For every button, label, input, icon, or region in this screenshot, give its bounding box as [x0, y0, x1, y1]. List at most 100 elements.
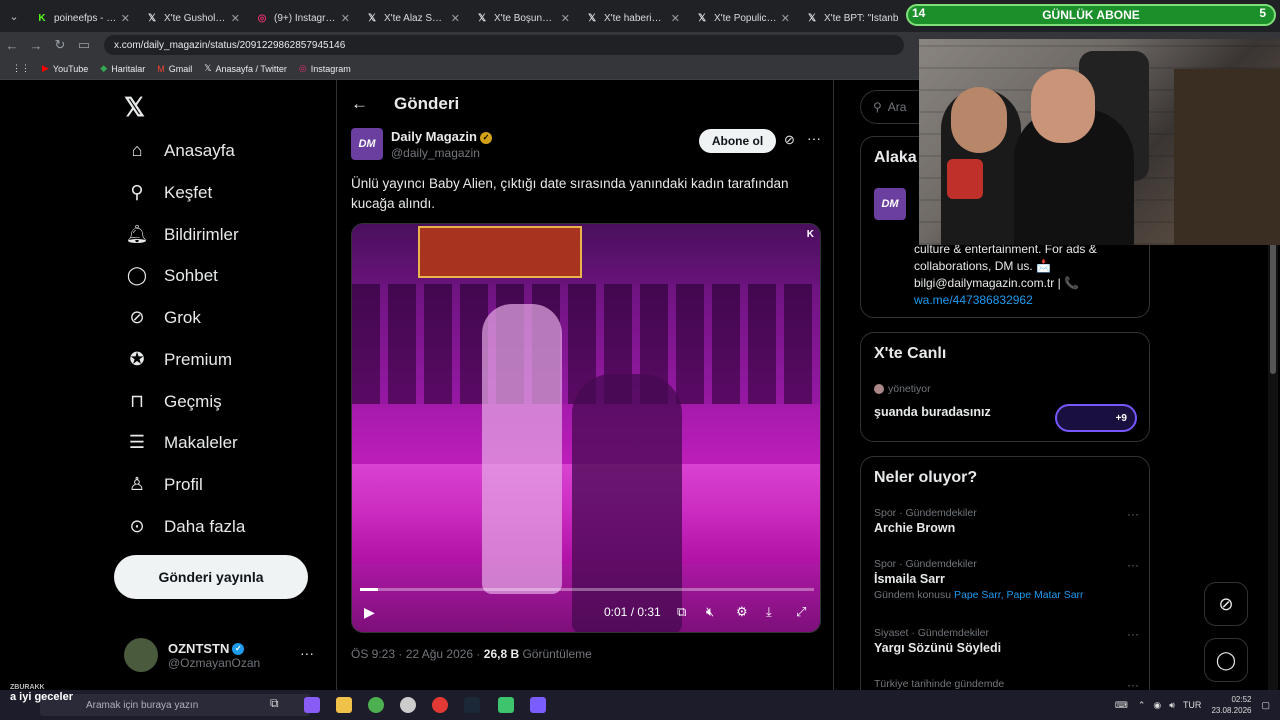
- grok-fab-icon[interactable]: ⊘: [1204, 582, 1248, 626]
- x-icon: 𝕏: [587, 12, 597, 24]
- bookmark-twitter[interactable]: 𝕏 Anasayfa / Twitter: [204, 63, 287, 74]
- captions-icon[interactable]: ⧉: [677, 604, 686, 620]
- video-frame-person: [572, 374, 682, 632]
- app-icon[interactable]: [400, 697, 416, 713]
- close-icon[interactable]: ✕: [451, 12, 460, 25]
- tab-search-icon[interactable]: ⌄: [0, 0, 28, 32]
- nav-item-chat[interactable]: ◯ Sohbet: [124, 265, 218, 286]
- reload-icon[interactable]: ↻: [48, 37, 72, 53]
- browser-tab[interactable]: 𝕏X'te Boşuna Tıkla✕: [468, 5, 578, 31]
- gmail-icon: M: [157, 63, 165, 74]
- close-icon[interactable]: ✕: [231, 12, 240, 25]
- author-handle[interactable]: @daily_magazin: [391, 146, 480, 160]
- nav-item-profile[interactable]: ♙ Profil: [124, 474, 203, 495]
- grok-icon[interactable]: ⊘: [784, 132, 795, 148]
- account-switcher[interactable]: OZNTSTN ✓ @OzmayanOzan ···: [124, 635, 324, 675]
- author-avatar[interactable]: DM: [351, 128, 383, 160]
- messages-fab-icon[interactable]: ◯: [1204, 638, 1248, 682]
- nav-item-articles[interactable]: ☰ Makaleler: [124, 432, 238, 453]
- task-view-icon[interactable]: ⧉: [270, 696, 286, 712]
- browser-tab[interactable]: 𝕏X'te Alaz Sümer✕: [358, 5, 468, 31]
- x-icon: 𝕏: [147, 12, 157, 24]
- trend-item[interactable]: Spor · Gündemdekiler Archie Brown ···: [874, 507, 1139, 535]
- nav-item-more[interactable]: ⊙ Daha fazla: [124, 516, 245, 537]
- related-avatar[interactable]: DM: [874, 188, 906, 220]
- nav-item-grok[interactable]: ⊘ Grok: [124, 307, 200, 328]
- browser-tab[interactable]: ◎ (9+) Instagram ✕: [248, 5, 358, 31]
- webcam-person-head: [1031, 69, 1095, 143]
- nav-item-bookmarks[interactable]: ⊓ Geçmiş: [124, 391, 222, 412]
- close-icon[interactable]: ✕: [561, 12, 570, 25]
- app-icon[interactable]: [530, 697, 546, 713]
- close-icon[interactable]: ✕: [121, 12, 130, 25]
- play-icon[interactable]: ▶: [364, 604, 375, 621]
- close-icon[interactable]: ✕: [781, 12, 790, 25]
- nav-item-explore[interactable]: ⚲ Keşfet: [124, 182, 212, 203]
- x-icon: 𝕏: [204, 63, 212, 73]
- more-icon[interactable]: ···: [807, 130, 821, 146]
- browser-tab[interactable]: 𝕏X'te Populicc: "Ta✕: [688, 5, 798, 31]
- video-progress-bar[interactable]: [360, 588, 814, 591]
- copilot-icon[interactable]: [304, 697, 320, 713]
- related-link[interactable]: wa.me/447386832962: [914, 293, 1033, 307]
- url-input[interactable]: x.com/daily_magazin/status/2091229862857…: [104, 35, 904, 55]
- author-name[interactable]: Daily Magazin ✓: [391, 129, 492, 144]
- close-icon[interactable]: ✕: [671, 12, 680, 25]
- more-icon[interactable]: ···: [300, 645, 314, 661]
- bookmark-icon: ⊓: [129, 391, 145, 411]
- more-icon[interactable]: ···: [1127, 558, 1139, 572]
- browser-tab[interactable]: Kpoineefps - Watch✕: [28, 5, 138, 31]
- post-header: ← Gönderi: [337, 80, 835, 128]
- file-explorer-icon[interactable]: [336, 697, 352, 713]
- windows-taskbar: Aramak için buraya yazın ⧉ ⌨ ⌃ ◉ 🔊︎ TUR …: [0, 690, 1280, 720]
- bookmark-youtube[interactable]: ▶ YouTube: [42, 63, 88, 74]
- trend-item[interactable]: Siyaset · Gündemdekiler Yargı Sözünü Söy…: [874, 627, 1139, 655]
- subscribe-button[interactable]: Abone ol: [699, 129, 776, 153]
- chrome-icon[interactable]: [368, 697, 384, 713]
- bookmark-instagram[interactable]: ◎ Instagram: [299, 63, 351, 74]
- close-icon[interactable]: ✕: [341, 12, 350, 25]
- notification-icon[interactable]: ▢: [1261, 700, 1270, 711]
- trend-item[interactable]: Spor · Gündemdekiler İsmaila Sarr Gündem…: [874, 558, 1139, 601]
- volume-icon[interactable]: 🔊︎: [1169, 700, 1175, 711]
- browser-tab[interactable]: 𝕏X'te Gusholder H✕: [138, 5, 248, 31]
- chevron-up-icon[interactable]: ⌃: [1138, 700, 1146, 711]
- bookmark-gmail[interactable]: M Gmail: [157, 64, 192, 74]
- video-watermark-icon: K: [806, 229, 814, 240]
- settings-icon[interactable]: ⚙: [736, 604, 748, 620]
- video-player[interactable]: K ▶ 0:01 / 0:31 ⧉ 🔇︎ ⚙ ⤓ ⤢: [351, 223, 821, 633]
- browser-tab[interactable]: 𝕏 X'te BPT: "İstanb: [798, 5, 908, 31]
- sidepanel-icon[interactable]: ▭: [72, 37, 96, 53]
- post-button[interactable]: Gönderi yayınla: [114, 555, 308, 599]
- live-listeners-pill[interactable]: +9: [1055, 404, 1137, 432]
- fullscreen-icon[interactable]: ⤢: [796, 604, 806, 620]
- mute-icon[interactable]: 🔇︎: [706, 604, 714, 620]
- back-arrow-icon[interactable]: ←: [351, 94, 368, 114]
- instagram-icon: ◎: [257, 12, 267, 24]
- nav-item-home[interactable]: ⌂ Anasayfa: [124, 140, 235, 161]
- trend-item[interactable]: Türkiye tarihinde gündemde ···: [874, 678, 1139, 690]
- more-icon[interactable]: ···: [1127, 507, 1139, 521]
- live-name[interactable]: şuanda buradasınız: [874, 405, 991, 419]
- apps-icon[interactable]: ⋮⋮: [12, 63, 30, 74]
- keyboard-icon[interactable]: ⌨: [1115, 700, 1128, 711]
- back-icon[interactable]: ←: [0, 38, 24, 53]
- maps-icon: ◆: [100, 63, 108, 73]
- instagram-icon: ◎: [298, 63, 307, 73]
- forward-icon[interactable]: →: [24, 38, 48, 53]
- x-logo-icon[interactable]: 𝕏: [124, 92, 145, 123]
- app-icon[interactable]: [498, 697, 514, 713]
- nav-item-premium[interactable]: ✪ Premium: [124, 349, 232, 370]
- bell-icon: 🔔︎: [125, 224, 149, 244]
- clock[interactable]: 02:52 23.08.2026: [1211, 694, 1251, 716]
- page-title: Gönderi: [394, 94, 460, 113]
- browser-tab[interactable]: 𝕏X'te haberia: "Tür✕: [578, 5, 688, 31]
- nav-item-notifications[interactable]: 🔔︎ Bildirimler: [124, 224, 239, 245]
- more-icon[interactable]: ···: [1127, 678, 1139, 690]
- bookmark-maps[interactable]: ◆ Haritalar: [100, 63, 145, 74]
- obs-icon[interactable]: [432, 697, 448, 713]
- steam-icon[interactable]: [464, 697, 480, 713]
- pip-icon[interactable]: ⤓: [766, 604, 772, 620]
- more-icon[interactable]: ···: [1127, 627, 1139, 641]
- network-icon[interactable]: ◉: [1153, 700, 1161, 711]
